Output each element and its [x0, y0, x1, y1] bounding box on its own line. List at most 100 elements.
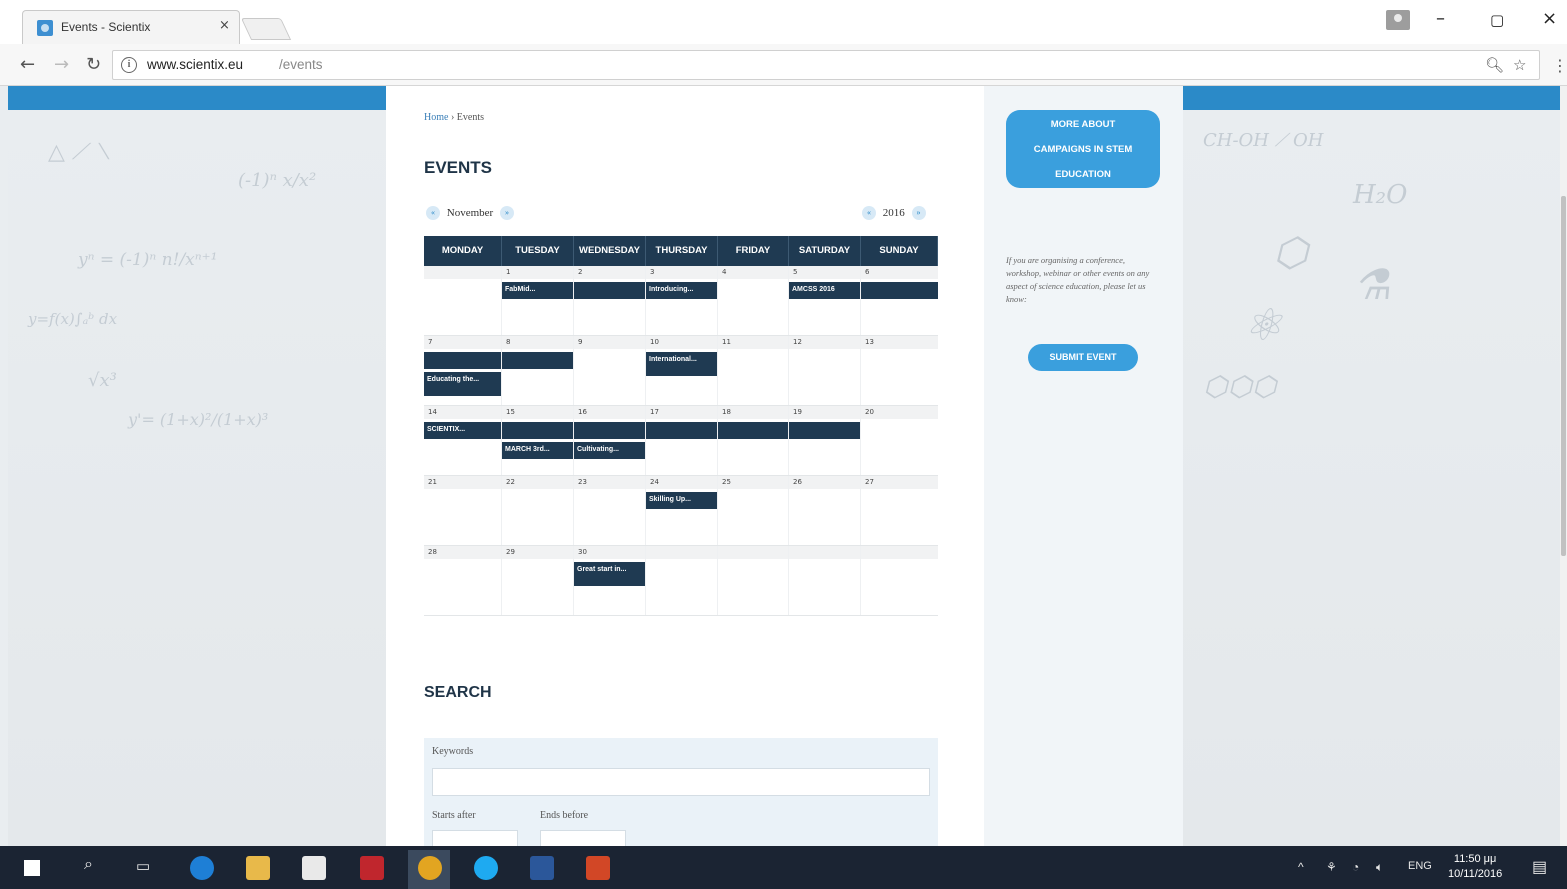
- search-icon[interactable]: ⌕: [84, 856, 93, 874]
- calendar-day[interactable]: 20: [861, 406, 938, 475]
- calendar-event[interactable]: Educating the...: [424, 372, 501, 396]
- calendar-event[interactable]: [574, 282, 645, 299]
- windows-start-icon[interactable]: [24, 860, 40, 876]
- calendar-day[interactable]: 8: [502, 336, 574, 405]
- next-month-button[interactable]: »: [499, 206, 514, 220]
- calendar-day[interactable]: 3 Introducing...: [646, 266, 718, 335]
- calendar-event[interactable]: MARCH 3rd...: [502, 442, 573, 459]
- calendar-event[interactable]: AMCSS 2016: [789, 282, 860, 299]
- page-scrollbar[interactable]: [1560, 86, 1567, 846]
- more-about-campaigns-button[interactable]: MORE ABOUT CAMPAIGNS IN STEM EDUCATION: [1006, 110, 1160, 188]
- calendar-event[interactable]: Great start in...: [574, 562, 645, 586]
- calendar-day[interactable]: 27: [861, 476, 938, 545]
- file-explorer-icon[interactable]: [246, 856, 270, 880]
- wifi-icon[interactable]: ◔: [1352, 860, 1359, 874]
- next-year-button[interactable]: »: [911, 206, 926, 220]
- browser-tab[interactable]: Events - Scientix ×: [22, 10, 240, 44]
- tab-close-icon[interactable]: ×: [219, 18, 230, 33]
- tray-chevron-icon[interactable]: ^: [1298, 860, 1304, 874]
- network-icon[interactable]: ⚘: [1326, 860, 1337, 874]
- calendar-day[interactable]: 25: [718, 476, 789, 545]
- zoom-icon[interactable]: 🔍︎: [1485, 56, 1504, 74]
- volume-icon[interactable]: 🔈︎: [1376, 860, 1383, 875]
- calendar-day[interactable]: 13: [861, 336, 938, 405]
- calendar-day[interactable]: 30 Great start in...: [574, 546, 646, 615]
- app-icon[interactable]: [360, 856, 384, 880]
- calendar-day[interactable]: 29: [502, 546, 574, 615]
- calendar-day[interactable]: [861, 546, 938, 615]
- language-indicator[interactable]: ENG: [1408, 860, 1432, 872]
- clock[interactable]: 11:50 μμ 10/11/2016: [1448, 852, 1502, 882]
- browser-menu-icon[interactable]: ⋮: [1552, 56, 1567, 75]
- profile-icon[interactable]: [1386, 10, 1410, 30]
- calendar-day[interactable]: [646, 546, 718, 615]
- task-view-icon[interactable]: ▭: [136, 857, 150, 875]
- calendar-day[interactable]: 17: [646, 406, 718, 475]
- breadcrumb-home-link[interactable]: Home: [424, 112, 448, 123]
- bookmark-star-icon[interactable]: ☆: [1513, 56, 1526, 74]
- calendar-event[interactable]: Skilling Up...: [646, 492, 717, 509]
- starts-after-input[interactable]: [432, 830, 518, 846]
- calendar-event[interactable]: International...: [646, 352, 717, 376]
- skype-icon[interactable]: [474, 856, 498, 880]
- calendar-day[interactable]: 15 MARCH 3rd...: [502, 406, 574, 475]
- calendar-day[interactable]: 10 International...: [646, 336, 718, 405]
- calendar-event[interactable]: [574, 422, 645, 439]
- calendar-event[interactable]: [646, 422, 717, 439]
- calendar-event[interactable]: Cultivating...: [574, 442, 645, 459]
- calendar-day[interactable]: 18: [718, 406, 789, 475]
- close-window-button[interactable]: ×: [1542, 8, 1557, 29]
- word-icon[interactable]: [530, 856, 554, 880]
- calendar-day[interactable]: [789, 546, 861, 615]
- calendar-event[interactable]: [861, 282, 938, 299]
- submit-event-button[interactable]: SUBMIT EVENT: [1028, 344, 1138, 371]
- calendar-day[interactable]: 14 SCIENTIX...: [424, 406, 502, 475]
- windows-taskbar: ⌕ ▭ ^ ⚘ ◔ 🔈︎ ENG 11:50 μμ 10/11/2016 ▤: [0, 846, 1567, 889]
- scrollbar-thumb[interactable]: [1561, 196, 1566, 556]
- ends-before-input[interactable]: [540, 830, 626, 846]
- forward-arrow-icon[interactable]: →: [54, 54, 69, 75]
- new-tab-button[interactable]: [240, 18, 292, 40]
- calendar-day[interactable]: 23: [574, 476, 646, 545]
- chrome-icon[interactable]: [418, 856, 442, 880]
- notifications-icon[interactable]: ▤: [1532, 857, 1547, 877]
- calendar-event[interactable]: [424, 352, 501, 369]
- calendar-day[interactable]: 26: [789, 476, 861, 545]
- url-input[interactable]: i www.scientix.eu /events 🔍︎ ☆: [112, 50, 1540, 80]
- calendar-event[interactable]: Introducing...: [646, 282, 717, 299]
- calendar-day[interactable]: 21: [424, 476, 502, 545]
- calendar-day[interactable]: 11: [718, 336, 789, 405]
- back-arrow-icon[interactable]: ←: [20, 54, 35, 75]
- calendar-event[interactable]: FabMid...: [502, 282, 573, 299]
- calendar-event[interactable]: [718, 422, 788, 439]
- calendar-day[interactable]: 1 FabMid...: [502, 266, 574, 335]
- calendar-day[interactable]: 5 AMCSS 2016: [789, 266, 861, 335]
- calendar-day[interactable]: 19: [789, 406, 861, 475]
- calendar-event[interactable]: [502, 352, 573, 369]
- minimize-button[interactable]: –: [1436, 8, 1445, 29]
- calendar-day[interactable]: [424, 266, 502, 335]
- calendar-event[interactable]: SCIENTIX...: [424, 422, 501, 439]
- store-icon[interactable]: [302, 856, 326, 880]
- calendar-day[interactable]: 28: [424, 546, 502, 615]
- keywords-input[interactable]: [432, 768, 930, 796]
- calendar-day[interactable]: [718, 546, 789, 615]
- calendar-day[interactable]: 6: [861, 266, 938, 335]
- calendar-day[interactable]: 24 Skilling Up...: [646, 476, 718, 545]
- calendar-day[interactable]: 16 Cultivating...: [574, 406, 646, 475]
- calendar-day[interactable]: 4: [718, 266, 789, 335]
- calendar-day[interactable]: 7 Educating the...: [424, 336, 502, 405]
- info-icon[interactable]: i: [121, 57, 137, 73]
- edge-browser-icon[interactable]: [190, 856, 214, 880]
- calendar-day[interactable]: 12: [789, 336, 861, 405]
- maximize-button[interactable]: ▢: [1490, 11, 1504, 29]
- calendar-day[interactable]: 22: [502, 476, 574, 545]
- calendar-day[interactable]: 9: [574, 336, 646, 405]
- prev-month-button[interactable]: «: [426, 206, 440, 220]
- calendar-day[interactable]: 2: [574, 266, 646, 335]
- calendar-event[interactable]: [789, 422, 860, 439]
- calendar-event[interactable]: [502, 422, 573, 439]
- reload-icon[interactable]: ↻: [86, 54, 101, 75]
- prev-year-button[interactable]: «: [862, 206, 876, 220]
- powerpoint-icon[interactable]: [586, 856, 610, 880]
